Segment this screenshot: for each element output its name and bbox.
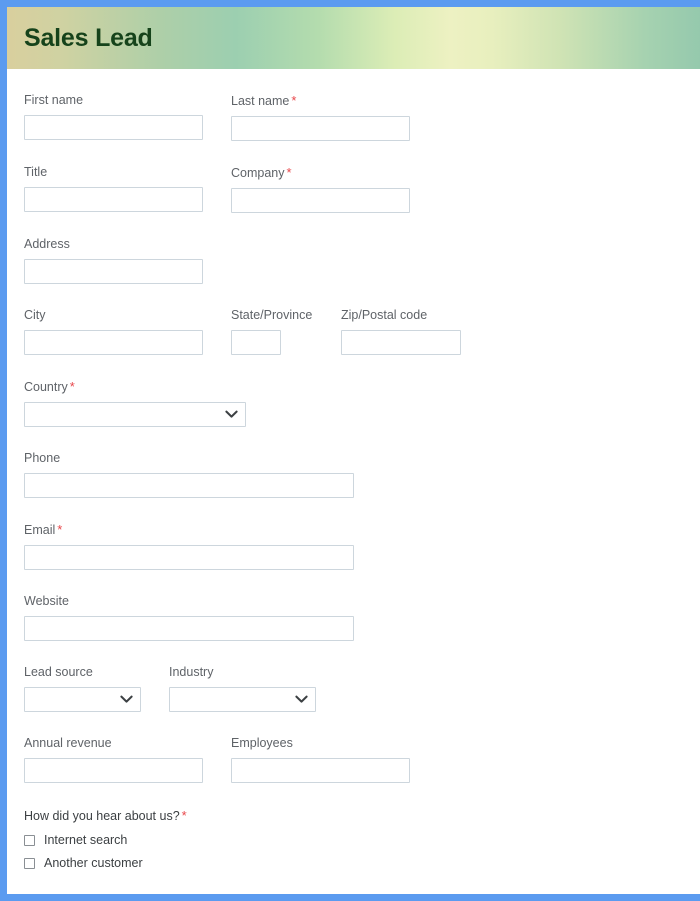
field-country: Country * (24, 379, 246, 427)
field-employees: Employees (231, 736, 410, 783)
website-input[interactable] (24, 616, 354, 641)
page-title: Sales Lead (24, 23, 153, 52)
annual-revenue-label-text: Annual revenue (24, 736, 112, 750)
row-address: Address (7, 237, 700, 284)
country-select-wrap (24, 402, 246, 427)
checkbox-label-another-customer: Another customer (44, 856, 143, 870)
form-header-banner: Sales Lead (7, 7, 700, 69)
annual-revenue-label: Annual revenue (24, 736, 231, 751)
field-city: City (24, 308, 231, 355)
field-first-name: First name (24, 93, 231, 140)
last-name-label-text: Last name (231, 94, 290, 108)
state-label-text: State/Province (231, 308, 313, 322)
field-address: Address (24, 237, 203, 284)
lead-source-select-wrap (24, 687, 141, 712)
first-name-label-text: First name (24, 93, 84, 107)
employees-input[interactable] (231, 758, 410, 783)
address-label-text: Address (24, 237, 70, 251)
row-phone: Phone (7, 451, 700, 498)
zip-label-text: Zip/Postal code (341, 308, 428, 322)
field-annual-revenue: Annual revenue (24, 736, 231, 783)
industry-label-text: Industry (169, 665, 214, 679)
industry-select[interactable] (169, 687, 316, 712)
title-label-text: Title (24, 165, 48, 179)
form-card: Sales Lead First name Last name * Title … (7, 7, 700, 894)
title-label: Title (24, 165, 231, 180)
lead-source-label-text: Lead source (24, 665, 93, 679)
phone-label: Phone (24, 451, 354, 466)
checkbox-label-internet-search: Internet search (44, 833, 128, 847)
field-email: Email * (24, 522, 354, 570)
address-input[interactable] (24, 259, 203, 284)
company-required-marker: * (286, 165, 292, 180)
row-website: Website (7, 594, 700, 641)
zip-label: Zip/Postal code (341, 308, 461, 323)
website-label-text: Website (24, 594, 69, 608)
field-zip: Zip/Postal code (341, 308, 461, 355)
row-title-company: Title Company * (7, 165, 700, 213)
phone-input[interactable] (24, 473, 354, 498)
state-input[interactable] (231, 330, 281, 355)
country-select[interactable] (24, 402, 246, 427)
company-label-text: Company (231, 166, 285, 180)
checkbox-row-another-customer[interactable]: Another customer (24, 856, 700, 871)
row-leadsource-industry: Lead source Industry (7, 665, 700, 712)
row-revenue-employees: Annual revenue Employees (7, 736, 700, 783)
field-company: Company * (231, 165, 410, 213)
country-label-text: Country (24, 380, 68, 394)
phone-label-text: Phone (24, 451, 61, 465)
employees-label: Employees (231, 736, 410, 751)
zip-input[interactable] (341, 330, 461, 355)
hear-about-us-label: How did you hear about us? * (24, 808, 700, 824)
industry-label: Industry (169, 665, 316, 680)
field-state: State/Province (231, 308, 341, 355)
email-required-marker: * (57, 522, 63, 537)
page-frame: Sales Lead First name Last name * Title … (0, 0, 700, 901)
email-input[interactable] (24, 545, 354, 570)
row-name: First name Last name * (7, 93, 700, 141)
last-name-required-marker: * (291, 93, 297, 108)
checkbox-row-internet-search[interactable]: Internet search (24, 833, 700, 848)
last-name-label: Last name * (231, 93, 410, 109)
last-name-input[interactable] (231, 116, 410, 141)
email-label-text: Email (24, 523, 56, 537)
field-industry: Industry (169, 665, 316, 712)
city-label: City (24, 308, 231, 323)
email-label: Email * (24, 522, 354, 538)
lead-source-label: Lead source (24, 665, 169, 680)
country-label: Country * (24, 379, 246, 395)
row-country: Country * (7, 379, 700, 427)
field-phone: Phone (24, 451, 354, 498)
title-input[interactable] (24, 187, 203, 212)
website-label: Website (24, 594, 354, 609)
city-label-text: City (24, 308, 46, 322)
hear-about-us-group: How did you hear about us? * Internet sea… (7, 808, 700, 871)
field-lead-source: Lead source (24, 665, 169, 712)
lead-source-select[interactable] (24, 687, 141, 712)
first-name-label: First name (24, 93, 231, 108)
row-email: Email * (7, 522, 700, 570)
industry-select-wrap (169, 687, 316, 712)
address-label: Address (24, 237, 203, 252)
city-input[interactable] (24, 330, 203, 355)
checkbox-internet-search[interactable] (24, 835, 35, 846)
field-title: Title (24, 165, 231, 212)
hear-about-us-required-marker: * (181, 808, 187, 823)
hear-about-us-label-text: How did you hear about us? (24, 809, 180, 823)
field-last-name: Last name * (231, 93, 410, 141)
company-label: Company * (231, 165, 410, 181)
employees-label-text: Employees (231, 736, 293, 750)
state-label: State/Province (231, 308, 341, 323)
first-name-input[interactable] (24, 115, 203, 140)
checkbox-another-customer[interactable] (24, 858, 35, 869)
annual-revenue-input[interactable] (24, 758, 203, 783)
field-website: Website (24, 594, 354, 641)
form-body: First name Last name * Title Company * A… (7, 69, 700, 871)
row-city-state-zip: City State/Province Zip/Postal code (7, 308, 700, 355)
company-input[interactable] (231, 188, 410, 213)
country-required-marker: * (69, 379, 75, 394)
